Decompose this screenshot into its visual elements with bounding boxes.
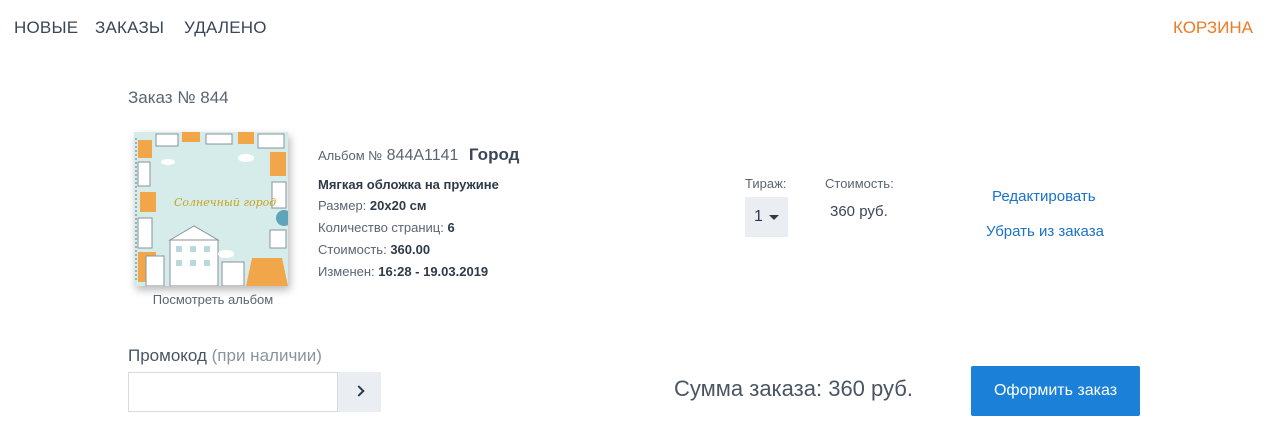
spec-value: 6 xyxy=(447,220,455,235)
spec-label: Размер: xyxy=(318,198,367,213)
quantity-select[interactable]: 1 xyxy=(745,197,788,237)
quantity-label: Тираж: xyxy=(745,176,787,191)
spec-label: Стоимость: xyxy=(318,242,387,257)
order-total: Сумма заказа: 360 руб. xyxy=(674,376,913,401)
album-name: Город xyxy=(468,145,520,164)
top-navigation: НОВЫЕ ЗАКАЗЫ УДАЛЕНО КОРЗИНА xyxy=(0,0,1268,56)
tab-orders[interactable]: ЗАКАЗЫ xyxy=(95,18,164,38)
spec-value: 360.00 xyxy=(390,242,431,257)
album-spec-size: Размер: 20x20 см xyxy=(318,198,427,213)
tab-deleted[interactable]: УДАЛЕНО xyxy=(184,18,267,38)
spec-value: 16:28 - 19.03.2019 xyxy=(378,264,489,279)
cost-value: 360 руб. xyxy=(830,203,888,220)
view-album-link[interactable]: Посмотреть альбом xyxy=(134,292,292,307)
album-number: 844A1141 xyxy=(386,147,459,164)
spec-value: 20x20 см xyxy=(369,198,427,213)
album-cover-thumbnail[interactable]: Солнечный город xyxy=(134,132,288,286)
cart-link[interactable]: КОРЗИНА xyxy=(1173,18,1253,38)
checkout-button[interactable]: Оформить заказ xyxy=(971,366,1140,416)
album-cover-illustration xyxy=(134,132,288,286)
spec-label: Изменен: xyxy=(318,264,375,279)
remove-from-order-link[interactable]: Убрать из заказа xyxy=(986,223,1104,240)
promo-input[interactable] xyxy=(128,372,338,412)
chevron-right-icon xyxy=(353,385,365,397)
album-spec-price: Стоимость: 360.00 xyxy=(318,242,430,257)
spec-label: Количество страниц: xyxy=(318,220,444,235)
quantity-value: 1 xyxy=(754,208,763,225)
edit-link[interactable]: Редактировать xyxy=(992,188,1096,205)
promo-apply-button[interactable] xyxy=(338,372,381,412)
album-spec-pages: Количество страниц: 6 xyxy=(318,220,455,235)
tab-new[interactable]: НОВЫЕ xyxy=(14,18,78,38)
album-number-label: Альбом № xyxy=(318,148,383,163)
promo-label: Промокод (при наличии) xyxy=(128,346,322,366)
promo-hint: (при наличии) xyxy=(211,346,322,365)
album-cover-type: Мягкая обложка на пружине xyxy=(318,177,499,192)
order-title: Заказ № 844 xyxy=(128,88,229,107)
album-spec-modified: Изменен: 16:28 - 19.03.2019 xyxy=(318,264,488,279)
caret-down-icon xyxy=(769,215,779,220)
promo-label-text: Промокод xyxy=(128,346,207,365)
cost-label: Стоимость: xyxy=(825,176,894,191)
album-cover-title: Солнечный город xyxy=(174,196,277,209)
album-header: Альбом № 844A1141 Город xyxy=(318,145,519,165)
